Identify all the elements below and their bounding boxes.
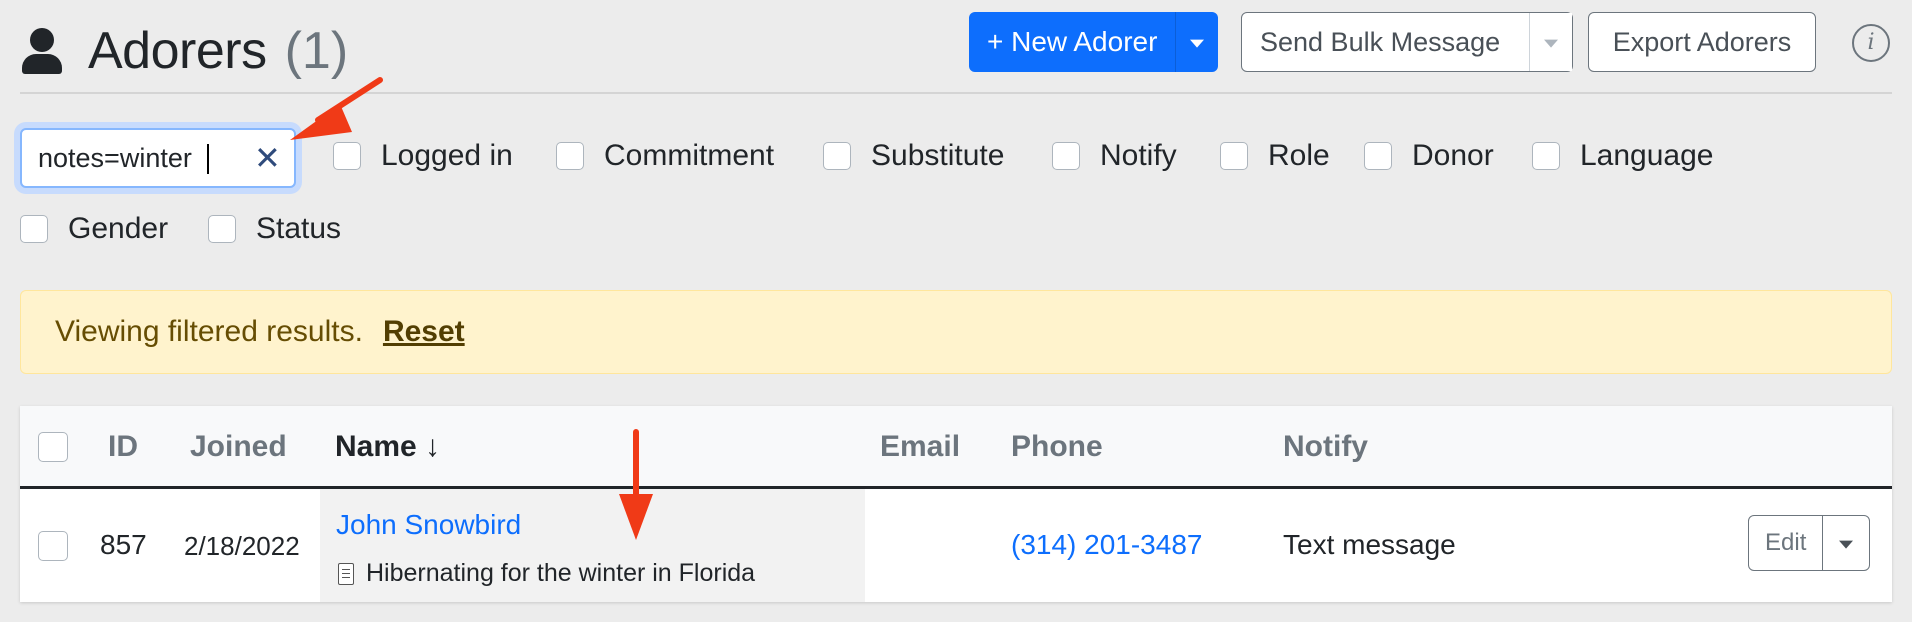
export-adorers-button[interactable]: Export Adorers xyxy=(1588,12,1816,72)
search-box: ✕ xyxy=(20,128,296,188)
title-wrap: Adorers (1) xyxy=(20,16,348,86)
edit-button-group: Edit xyxy=(1748,515,1871,571)
page-title: Adorers xyxy=(88,22,267,80)
info-icon[interactable]: i xyxy=(1852,24,1890,62)
filter-alert: Viewing filtered results. Reset xyxy=(20,290,1892,374)
note-text: Hibernating for the winter in Florida xyxy=(366,559,756,587)
phone-link[interactable]: (314) 201-3487 xyxy=(1011,529,1202,561)
person-icon xyxy=(20,28,64,74)
table-row: 857 2/18/2022 John Snowbird Hibernating … xyxy=(20,489,1892,602)
note-icon xyxy=(338,562,354,585)
column-header-notify[interactable]: Notify xyxy=(1283,430,1368,464)
cell-id: 857 xyxy=(100,529,147,560)
checkbox[interactable] xyxy=(20,215,48,243)
send-bulk-message-button[interactable]: Send Bulk Message xyxy=(1242,13,1530,71)
filter-label: Status xyxy=(256,212,342,245)
send-bulk-message-button-group: Send Bulk Message xyxy=(1241,12,1573,72)
new-adorer-button[interactable]: + New Adorer xyxy=(969,12,1177,72)
adorer-name-link[interactable]: John Snowbird xyxy=(336,509,521,541)
filter-logged-in[interactable]: Logged in xyxy=(333,139,513,173)
edit-button[interactable]: Edit xyxy=(1749,516,1824,570)
checkbox[interactable] xyxy=(208,215,236,243)
note-line: Hibernating for the winter in Florida xyxy=(338,559,755,588)
filter-label: Language xyxy=(1580,139,1714,172)
page-header: Adorers (1) + New Adorer Send Bulk Messa… xyxy=(20,10,1892,94)
checkbox[interactable] xyxy=(1532,142,1560,170)
select-all-checkbox[interactable] xyxy=(38,432,68,462)
filter-substitute[interactable]: Substitute xyxy=(823,139,1004,173)
filter-status[interactable]: Status xyxy=(208,212,341,246)
chevron-down-icon xyxy=(1544,39,1558,48)
row-checkbox[interactable] xyxy=(38,531,68,561)
cell-joined: 2/18/2022 xyxy=(184,531,300,561)
checkbox[interactable] xyxy=(333,142,361,170)
chevron-down-icon xyxy=(1839,540,1854,549)
filter-label: Substitute xyxy=(871,139,1005,172)
filter-label: Notify xyxy=(1100,139,1177,172)
new-adorer-dropdown-toggle[interactable] xyxy=(1176,12,1219,72)
filter-label: Role xyxy=(1268,139,1330,172)
filter-label: Logged in xyxy=(381,139,513,172)
column-header-joined[interactable]: Joined xyxy=(190,430,287,464)
table-header: ID Joined Name ↓ Email Phone Notify xyxy=(20,406,1892,489)
adorers-table: ID Joined Name ↓ Email Phone Notify 857 … xyxy=(20,406,1892,602)
column-header-id[interactable]: ID xyxy=(108,430,138,464)
edit-dropdown-toggle[interactable] xyxy=(1823,516,1869,570)
filter-label: Donor xyxy=(1412,139,1494,172)
filter-gender[interactable]: Gender xyxy=(20,212,168,246)
text-cursor xyxy=(207,144,209,174)
column-header-phone[interactable]: Phone xyxy=(1011,430,1103,464)
filter-donor[interactable]: Donor xyxy=(1364,139,1494,173)
filter-label: Gender xyxy=(68,212,169,245)
new-adorer-button-group: + New Adorer xyxy=(969,12,1219,72)
checkbox[interactable] xyxy=(1364,142,1392,170)
chevron-down-icon xyxy=(1190,39,1205,48)
filter-notify[interactable]: Notify xyxy=(1052,139,1177,173)
checkbox[interactable] xyxy=(1052,142,1080,170)
bulk-message-dropdown-toggle[interactable] xyxy=(1530,13,1572,71)
clear-search-icon[interactable]: ✕ xyxy=(254,138,281,178)
alert-text: Viewing filtered results. xyxy=(55,315,363,348)
column-header-email[interactable]: Email xyxy=(880,430,960,464)
filter-label: Commitment xyxy=(604,139,775,172)
checkbox[interactable] xyxy=(823,142,851,170)
filter-role[interactable]: Role xyxy=(1220,139,1330,173)
result-count: (1) xyxy=(284,22,349,80)
column-header-name[interactable]: Name ↓ xyxy=(335,430,440,464)
filter-language[interactable]: Language xyxy=(1532,139,1713,173)
checkbox[interactable] xyxy=(556,142,584,170)
reset-link[interactable]: Reset xyxy=(383,315,465,349)
search-input[interactable] xyxy=(38,130,258,186)
cell-notify: Text message xyxy=(1283,529,1456,560)
filter-commitment[interactable]: Commitment xyxy=(556,139,774,173)
checkbox[interactable] xyxy=(1220,142,1248,170)
